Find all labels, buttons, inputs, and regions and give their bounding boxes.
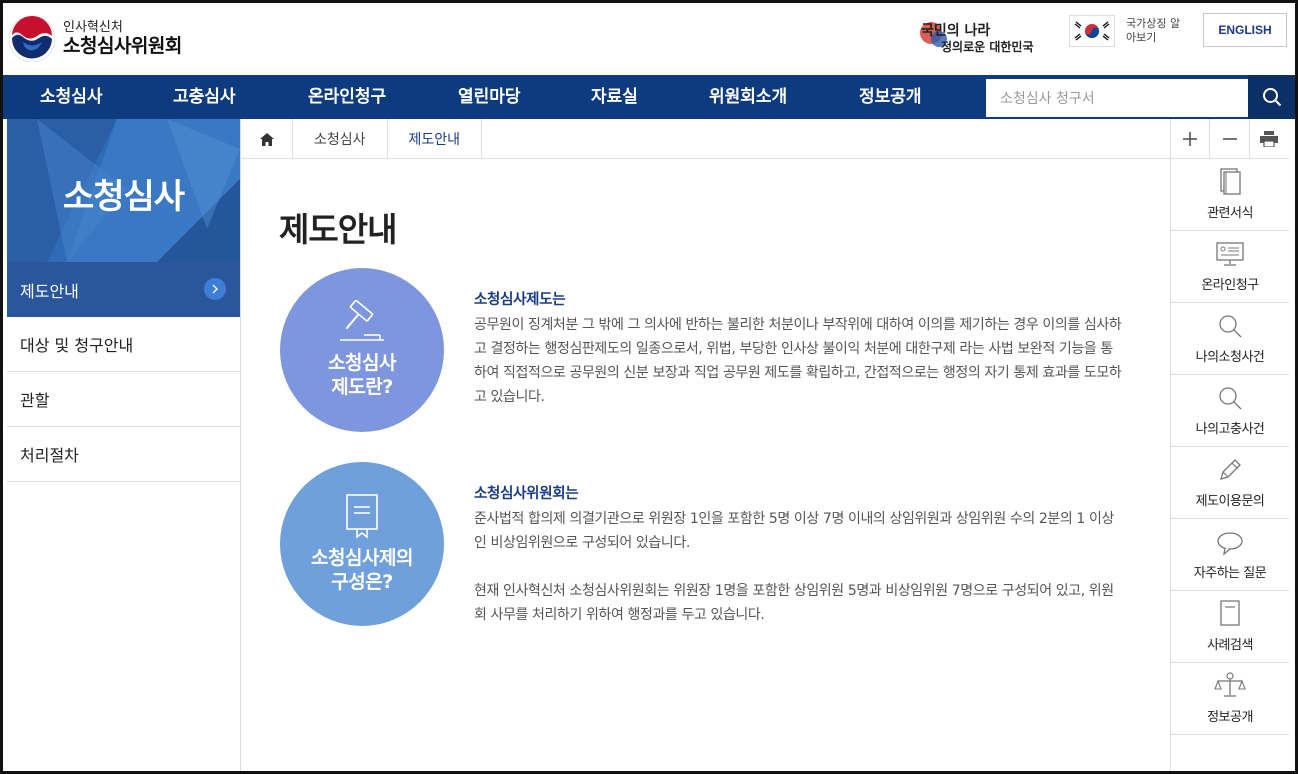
gnb-item-disclosure[interactable]: 정보공개 [859, 75, 922, 119]
plus-icon [1183, 132, 1198, 146]
sub-navigation-title: 소청심사 [62, 177, 185, 217]
document-icon [1220, 168, 1241, 195]
section1-heading: 소청심사제도는 [474, 292, 566, 308]
section2-body-2: 현재 인사혁신처 소청심사위원회는 위원장 1명을 포함한 상임위원 5명과 비… [474, 583, 1114, 623]
chevron-right-icon [204, 278, 226, 300]
quick-menu: 관련서식 온라인청구 나의소청사건 나의고충사건 제도이용문의 자주하는 질문 … [1170, 159, 1289, 771]
section2-heading: 소청심사위원회는 [474, 486, 579, 502]
print-icon [1260, 131, 1279, 147]
government-emblem-icon [9, 16, 55, 62]
slogan-line2: 정의로운 대한민국 [941, 39, 1034, 54]
section1-badge-line2: 제도란? [331, 376, 393, 398]
breadcrumb-item[interactable]: 소청심사 [293, 119, 388, 159]
home-icon [259, 132, 274, 146]
breadcrumb-current[interactable]: 제도안내 [388, 119, 483, 159]
lnb-item-label: 제도안내 [20, 281, 79, 301]
pencil-icon [1220, 459, 1241, 480]
sub-navigation: 소청심사 제도안내 대상 및 청구안내 관할 처리절차 [7, 119, 240, 771]
logo-org: 인사혁신처 [63, 19, 123, 35]
logo-site-name: 소청심사위원회 [63, 34, 182, 57]
book-icon [346, 494, 378, 539]
gnb-item-about[interactable]: 위원회소개 [709, 75, 787, 119]
breadcrumb-home[interactable] [241, 119, 293, 159]
gavel-icon [340, 300, 384, 342]
left-divider [240, 119, 241, 771]
search-icon [1219, 387, 1242, 410]
zoom-in-button[interactable] [1171, 119, 1211, 159]
quick-item-label: 나의고충사건 [1195, 422, 1265, 437]
quick-item-online-request[interactable]: 온라인청구 [1171, 231, 1289, 303]
page-tools [1170, 119, 1289, 159]
zoom-out-button[interactable] [1210, 119, 1250, 159]
quick-item-label: 관련서식 [1207, 206, 1253, 221]
quick-item-forms[interactable]: 관련서식 [1171, 159, 1289, 231]
search-icon [1262, 88, 1281, 107]
quick-item-faq[interactable]: 자주하는 질문 [1171, 519, 1289, 591]
national-slogan: 국민의 나라 정의로운 대한민국 [917, 13, 1043, 59]
section1-badge-line1: 소청심사 [328, 352, 396, 375]
print-button[interactable] [1250, 119, 1289, 159]
quick-item-my-appeal[interactable]: 나의소청사건 [1171, 303, 1289, 375]
lnb-item-target-guide[interactable]: 대상 및 청구안내 [7, 317, 240, 372]
section2-badge-line1: 소청심사제의 [311, 547, 413, 570]
lnb-item-jurisdiction[interactable]: 관할 [7, 372, 240, 427]
search-icon [1219, 315, 1242, 338]
section-committee: 소청심사위원회는 준사법적 합의제 의결기관으로 위원장 1인을 포함한 5명 … [474, 484, 1124, 627]
national-symbol-label: 국가상징 알아보기 [1126, 17, 1181, 44]
gnb-item-grievance[interactable]: 고충심사 [173, 75, 236, 119]
site-logo[interactable]: 인사혁신처 소청심사위원회 [9, 11, 229, 67]
site-header: 인사혁신처 소청심사위원회 국민의 나라 정의로운 대한민국 국가상징 알아보기… [3, 3, 1295, 75]
section1-badge: 소청심사 제도란? [280, 268, 444, 432]
lnb-item-procedure[interactable]: 처리절차 [7, 427, 240, 482]
breadcrumb: 소청심사 제도안내 [241, 119, 1171, 159]
lnb-item-system-guide[interactable]: 제도안내 [7, 262, 240, 317]
korean-flag-icon [1069, 15, 1115, 47]
section2-body-1: 준사법적 합의제 의결기관으로 위원장 1인을 포함한 5명 이상 7명 이내의… [474, 511, 1114, 551]
quick-item-label: 사례검색 [1207, 638, 1253, 653]
quick-item-my-grievance[interactable]: 나의고충사건 [1171, 375, 1289, 447]
page-frame: 인사혁신처 소청심사위원회 국민의 나라 정의로운 대한민국 국가상징 알아보기… [0, 0, 1298, 774]
quick-item-label: 나의소청사건 [1195, 350, 1265, 365]
gnb-item-open-forum[interactable]: 열린마당 [458, 75, 521, 119]
section2-badge-line2: 구성은? [331, 571, 393, 593]
quick-item-label: 정보공개 [1207, 710, 1253, 725]
gnb-item-resources[interactable]: 자료실 [591, 75, 638, 119]
sub-navigation-hero: 소청심사 [7, 119, 240, 262]
quick-item-inquiry[interactable]: 제도이용문의 [1171, 447, 1289, 519]
speech-bubble-icon [1217, 532, 1243, 555]
national-symbol-link[interactable]: 국가상징 알아보기 [1069, 15, 1182, 47]
minus-icon [1222, 138, 1237, 140]
search-button[interactable] [1248, 75, 1295, 119]
scales-icon [1214, 672, 1246, 697]
quick-item-disclosure[interactable]: 정보공개 [1171, 663, 1289, 735]
book-icon [1220, 600, 1240, 626]
lnb-item-label: 관할 [20, 391, 50, 410]
quick-item-label: 자주하는 질문 [1193, 566, 1267, 581]
section1-body: 공무원이 징계처분 그 밖에 그 의사에 반하는 불리한 처분이나 부작위에 대… [474, 317, 1122, 405]
search-input[interactable]: 소청심사 청구서 [986, 79, 1248, 117]
slogan-line1: 국민의 나라 [921, 22, 990, 39]
section-appeal-system: 소청심사제도는 공무원이 징계처분 그 밖에 그 의사에 반하는 불리한 처분이… [474, 290, 1124, 409]
gnb-item-online-request[interactable]: 온라인청구 [308, 75, 386, 119]
page-title: 제도안내 [279, 210, 397, 249]
english-button[interactable]: ENGLISH [1203, 13, 1287, 47]
quick-item-case-search[interactable]: 사례검색 [1171, 591, 1289, 663]
gnb-item-appeal[interactable]: 소청심사 [40, 75, 103, 119]
quick-item-label: 온라인청구 [1201, 278, 1259, 293]
section2-badge: 소청심사제의 구성은? [280, 462, 444, 626]
quick-item-label: 제도이용문의 [1195, 494, 1265, 509]
lnb-item-label: 처리절차 [20, 446, 79, 465]
monitor-icon [1216, 242, 1244, 266]
lnb-item-label: 대상 및 청구안내 [20, 336, 134, 355]
